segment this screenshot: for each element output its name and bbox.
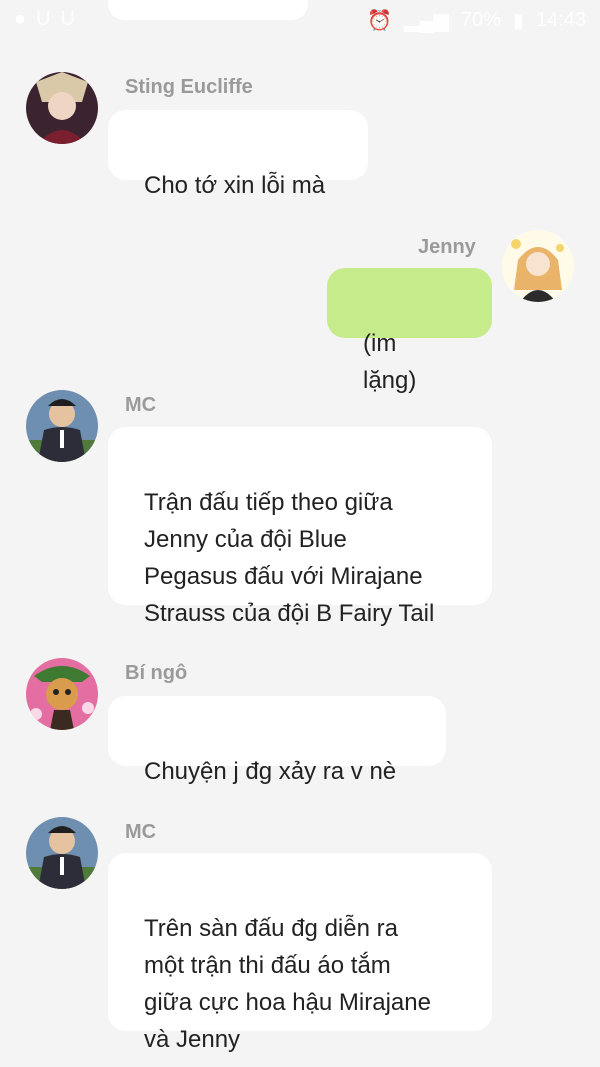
avatar[interactable] (26, 390, 98, 462)
clock: 14:43 (535, 9, 586, 31)
avatar[interactable] (26, 72, 98, 144)
sender-name: Bí ngô (125, 662, 188, 684)
avatar[interactable] (26, 817, 98, 889)
battery-percent: 70% (460, 9, 501, 31)
signal-icon: ▂▄▆ (403, 10, 449, 32)
message-bubble[interactable]: Trận đấu tiếp theo giữa Jenny của đội Bl… (108, 427, 492, 627)
message-bubble-mine[interactable]: (im lặng) (327, 268, 492, 394)
chat-notification-icon: ● (14, 8, 27, 30)
message-text: Trên sàn đấu đg diễn ra một trận thi đấu… (144, 915, 431, 1053)
sender-name: Jenny (418, 236, 476, 258)
message-text: (im lặng) (363, 330, 417, 394)
message-bubble-partial (108, 0, 308, 20)
message-bubble[interactable]: Trên sàn đấu đg diễn ra một trận thi đấu… (108, 853, 492, 1053)
sender-name: MC (125, 821, 157, 843)
sender-name: Sting Eucliffe (125, 76, 253, 98)
message-bubble[interactable]: Chuyện j đg xảy ra v nè (108, 696, 446, 785)
u-icon: U (36, 8, 51, 30)
message-text: Trận đấu tiếp theo giữa Jenny của đội Bl… (144, 489, 435, 627)
battery-icon: ▮ (512, 10, 524, 32)
alarm-icon: ⏰ (367, 10, 392, 32)
message-bubble[interactable]: Cho tớ xin lỗi mà (108, 110, 368, 199)
avatar[interactable] (502, 230, 574, 302)
u-icon: U (60, 8, 75, 30)
avatar[interactable] (26, 658, 98, 730)
message-text: Chuyện j đg xảy ra v nè (144, 758, 397, 785)
message-text: Cho tớ xin lỗi mà (144, 172, 326, 199)
sender-name: MC (125, 394, 157, 416)
